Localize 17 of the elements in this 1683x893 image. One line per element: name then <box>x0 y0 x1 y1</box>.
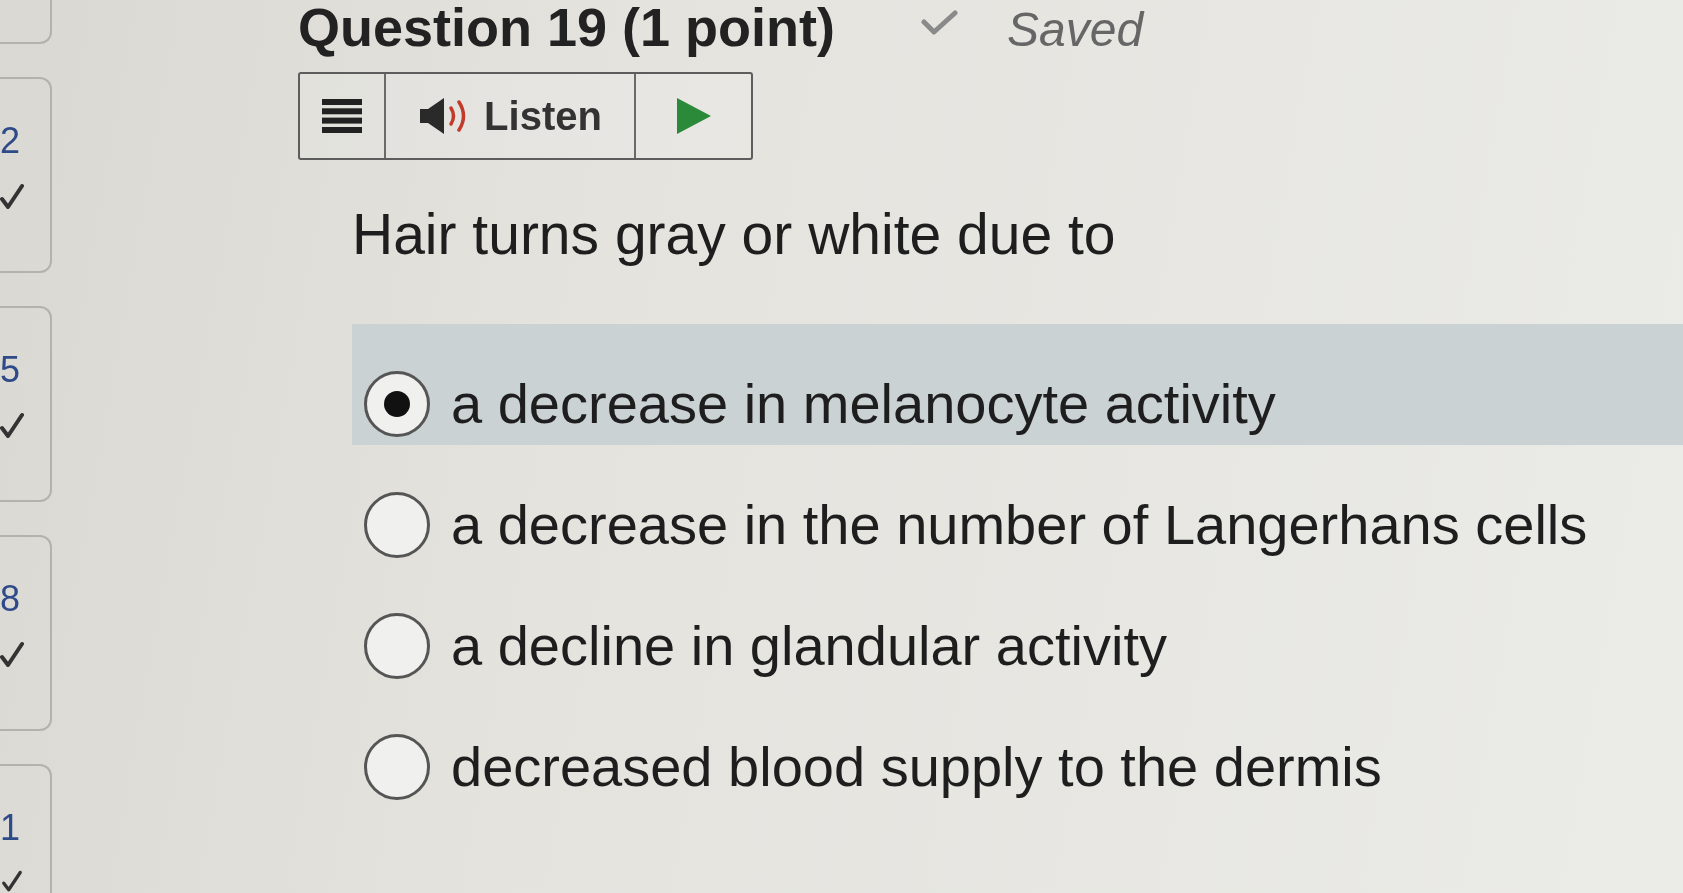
question-card[interactable]: 2 <box>0 77 52 273</box>
question-number: 2 <box>0 121 21 161</box>
listen-button[interactable]: Listen <box>386 74 636 158</box>
question-card[interactable]: 8 <box>0 535 52 731</box>
menu-icon <box>322 99 362 133</box>
saved-status: Saved <box>1007 6 1144 54</box>
question-number: 5 <box>0 350 21 390</box>
answer-label[interactable]: a decrease in melanocyte activity <box>451 372 1276 436</box>
answer-label[interactable]: a decline in glandular activity <box>451 614 1167 678</box>
question-number: 1 <box>0 808 21 848</box>
question-number: 8 <box>0 579 21 619</box>
play-icon <box>676 98 711 134</box>
question-text: Hair turns gray or white due to <box>352 204 1117 264</box>
question-card[interactable]: 5 <box>0 306 52 502</box>
answer-label[interactable]: a decrease in the number of Langerhans cells <box>451 493 1588 557</box>
question-card[interactable]: 1 <box>0 764 52 893</box>
answer-label[interactable]: decreased blood supply to the dermis <box>451 735 1382 799</box>
